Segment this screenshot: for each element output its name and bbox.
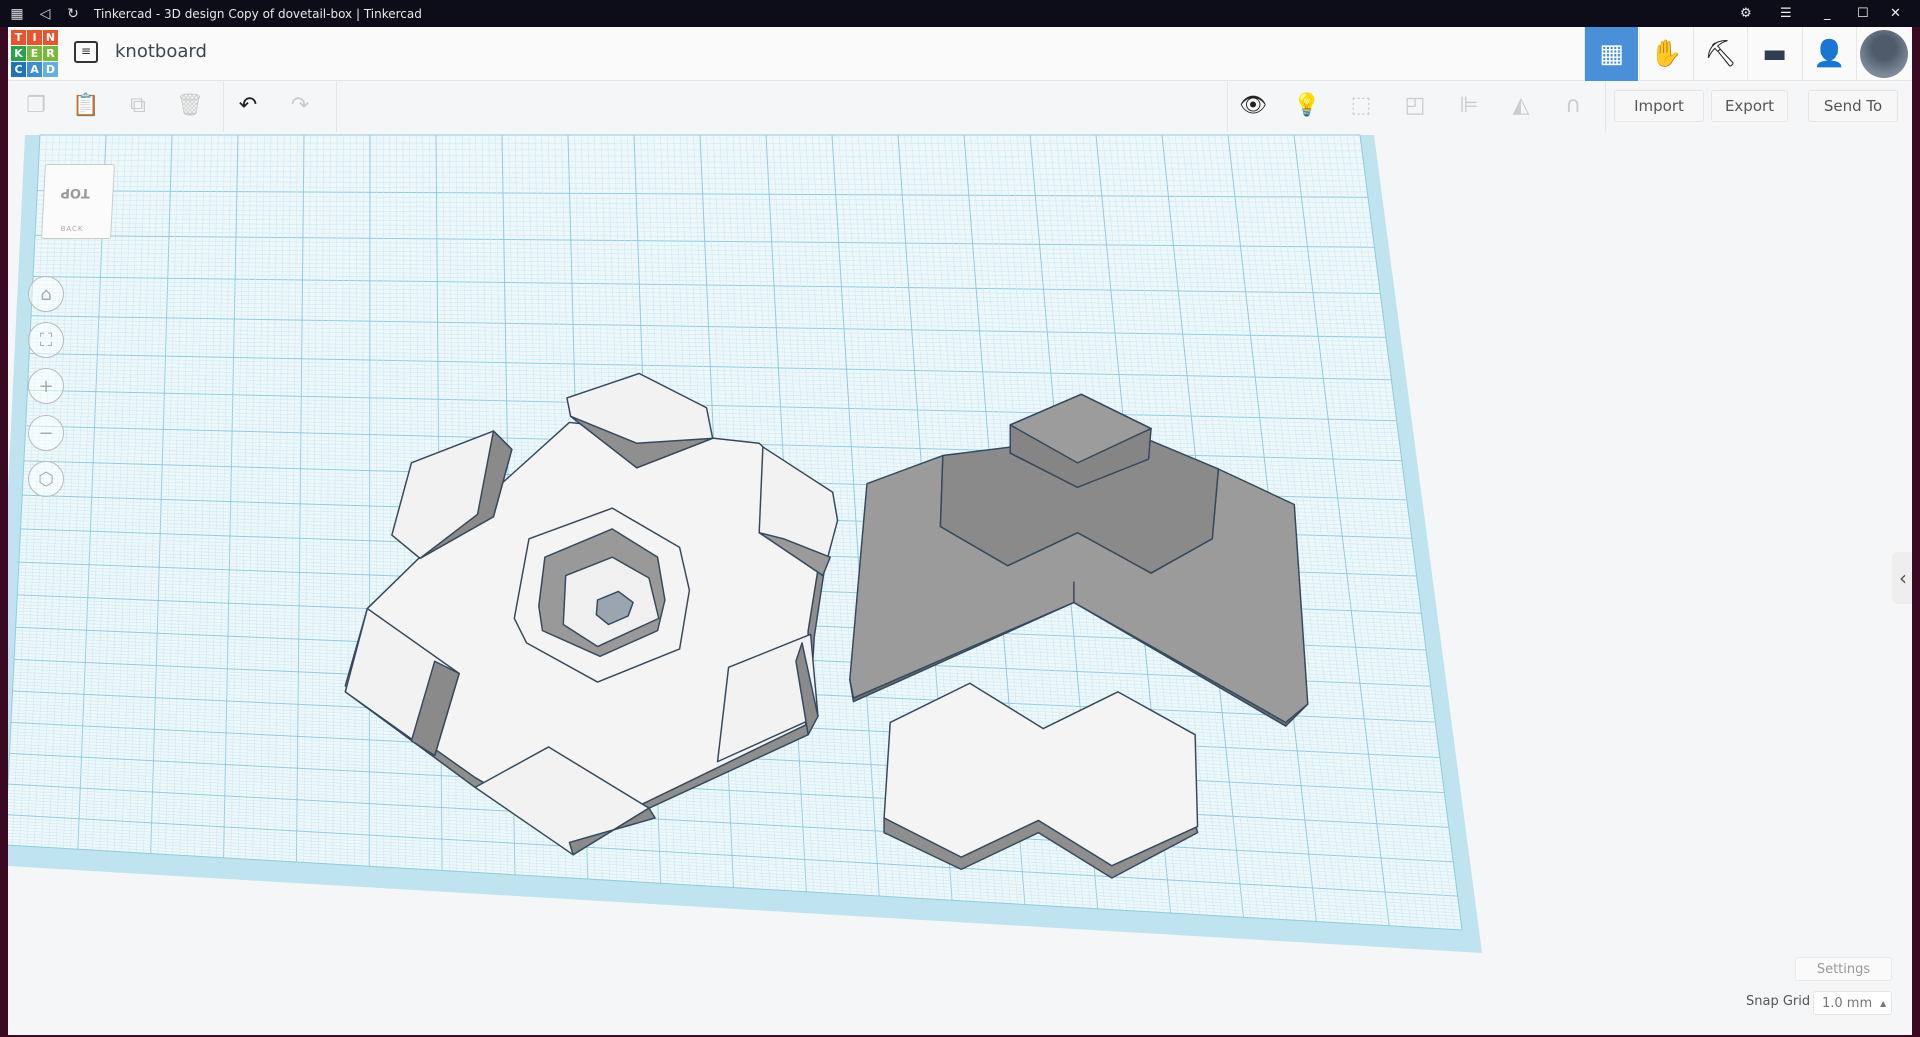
home-icon: ⌂ bbox=[40, 283, 52, 305]
send-to-button[interactable]: Send To bbox=[1808, 90, 1898, 122]
lightbulb-icon: 💡 bbox=[1293, 92, 1321, 118]
add-user-icon: 👤 bbox=[1813, 39, 1846, 69]
logo-letter: A bbox=[27, 62, 42, 77]
window-titlebar: ▦ ◁ ↻ Tinkercad - 3D design Copy of dove… bbox=[0, 0, 1920, 27]
project-name[interactable]: knotboard bbox=[115, 41, 207, 62]
redo-button[interactable]: ↷ bbox=[280, 87, 320, 123]
group-button[interactable]: ⬚ bbox=[1341, 87, 1381, 123]
minus-icon: − bbox=[38, 422, 54, 444]
snap-grid-select[interactable]: 1.0 mm ▲ bbox=[1813, 991, 1892, 1015]
view-cube[interactable]: TOP BACK bbox=[41, 164, 115, 239]
back-icon[interactable]: ◁ bbox=[34, 6, 56, 22]
snap-grid-label: Snap Grid bbox=[1746, 994, 1811, 1009]
notes-button[interactable]: 💡 bbox=[1287, 87, 1327, 123]
reload-icon[interactable]: ↻ bbox=[62, 6, 84, 22]
view-cube-back-label: BACK bbox=[60, 225, 84, 233]
fit-icon: ⛶ bbox=[39, 329, 53, 351]
zoom-out-button[interactable]: − bbox=[28, 415, 64, 451]
ungroup-icon: ◰ bbox=[1404, 92, 1426, 118]
paste-icon: 📋 bbox=[72, 92, 100, 118]
mirror-icon: ◭ bbox=[1512, 92, 1530, 118]
duplicate-icon: ⧉ bbox=[130, 92, 146, 118]
menu-icon[interactable]: ☰ bbox=[1780, 0, 1792, 27]
tinkercad-app: TINKERCAD ≡ knotboard ▦ ✋ ⛏ ▬ 👤 ❐ 📋 ⧉ 🗑 … bbox=[8, 27, 1912, 1035]
plus-icon: + bbox=[38, 375, 54, 397]
maximize-button[interactable]: ☐ bbox=[1857, 0, 1869, 27]
invite-user-button[interactable]: 👤 bbox=[1802, 27, 1856, 81]
eye-bubble-icon: 👁 bbox=[1239, 92, 1267, 118]
grid-icon: ▦ bbox=[1599, 39, 1624, 69]
align-icon: ⊫ bbox=[1459, 92, 1479, 118]
window-title: Tinkercad - 3D design Copy of dovetail-b… bbox=[94, 6, 422, 21]
design-list-icon[interactable]: ≡ bbox=[74, 41, 98, 63]
brick-icon: ▬ bbox=[1762, 39, 1787, 69]
redo-icon: ↷ bbox=[290, 92, 310, 118]
blocks-button[interactable]: ✋ bbox=[1639, 27, 1693, 81]
duplicate-button[interactable]: ⧉ bbox=[118, 87, 158, 123]
tinkercad-logo[interactable]: TIN KER CAD bbox=[11, 30, 58, 77]
logo-letter: K bbox=[11, 46, 26, 61]
logo-letter: N bbox=[43, 30, 58, 45]
avatar[interactable] bbox=[1856, 27, 1910, 81]
copy-button[interactable]: ❐ bbox=[16, 87, 56, 123]
apple-hand-icon: ✋ bbox=[1650, 39, 1683, 69]
show-all-button[interactable]: 👁 bbox=[1233, 87, 1273, 123]
paste-button[interactable]: 📋 bbox=[66, 87, 106, 123]
ungroup-button[interactable]: ◰ bbox=[1395, 87, 1435, 123]
pickaxe-icon: ⛏ bbox=[1703, 39, 1737, 69]
caret-up-icon: ▲ bbox=[1880, 998, 1887, 1008]
cruise-button[interactable]: ∩ bbox=[1553, 87, 1593, 123]
logo-letter: C bbox=[11, 62, 26, 77]
cube-icon: ⬡ bbox=[38, 468, 54, 490]
undo-icon: ↶ bbox=[238, 92, 258, 118]
mirror-button[interactable]: ◭ bbox=[1501, 87, 1541, 123]
delete-button[interactable]: 🗑 bbox=[170, 87, 210, 123]
app-icon: ▦ bbox=[10, 5, 24, 22]
align-button[interactable]: ⊫ bbox=[1449, 87, 1489, 123]
perspective-button[interactable]: ⬡ bbox=[28, 461, 64, 497]
collapse-panel-button[interactable]: ‹ bbox=[1892, 552, 1912, 604]
logo-letter: E bbox=[27, 46, 42, 61]
home-view-button[interactable]: ⌂ bbox=[28, 276, 64, 312]
3d-view-grid-button[interactable]: ▦ bbox=[1584, 27, 1638, 81]
logo-letter: D bbox=[43, 62, 58, 77]
close-button[interactable]: ✕ bbox=[1890, 0, 1901, 27]
minimize-button[interactable]: _ bbox=[1824, 0, 1831, 27]
app-header: TIN KER CAD ≡ knotboard ▦ ✋ ⛏ ▬ 👤 bbox=[8, 27, 1912, 81]
import-button[interactable]: Import bbox=[1614, 90, 1704, 122]
zoom-in-button[interactable]: + bbox=[28, 368, 64, 404]
snap-grid-value: 1.0 mm bbox=[1822, 995, 1873, 1011]
trash-icon: 🗑 bbox=[176, 92, 204, 118]
chevron-left-icon: ‹ bbox=[1899, 566, 1907, 590]
group-icon: ⬚ bbox=[1350, 92, 1372, 118]
view-cube-top-label: TOP bbox=[60, 185, 91, 200]
extensions-icon[interactable]: ⚙ bbox=[1740, 0, 1752, 27]
copy-icon: ❐ bbox=[26, 92, 46, 118]
export-button[interactable]: Export bbox=[1711, 90, 1788, 122]
undo-button[interactable]: ↶ bbox=[228, 87, 268, 123]
minecraft-button[interactable]: ⛏ bbox=[1693, 27, 1747, 81]
logo-letter: R bbox=[43, 46, 58, 61]
fit-view-button[interactable]: ⛶ bbox=[28, 322, 64, 358]
logo-letter: T bbox=[11, 30, 26, 45]
logo-letter: I bbox=[27, 30, 42, 45]
lego-button[interactable]: ▬ bbox=[1747, 27, 1801, 81]
magnet-icon: ∩ bbox=[1564, 92, 1582, 118]
settings-button[interactable]: Settings bbox=[1795, 957, 1892, 981]
workplane-viewport[interactable] bbox=[8, 27, 1912, 1035]
